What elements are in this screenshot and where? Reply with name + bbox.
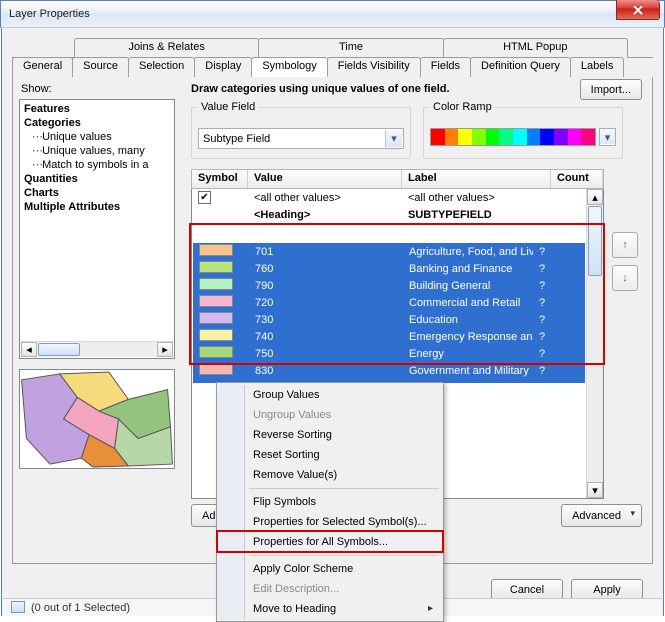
tab-labels[interactable]: Labels [570,57,624,77]
row-heading[interactable]: <Heading> SUBTYPEFIELD [192,206,586,223]
status-icon [11,601,25,613]
menu-item[interactable]: Apply Color Scheme [219,559,441,579]
tree-item[interactable]: Categories [22,116,174,130]
menu-item: Edit Description... [219,579,441,599]
chevron-down-icon[interactable]: ▾ [385,130,402,147]
tab-row-1: Joins & Relates Time HTML Popup [12,38,653,58]
tab-symbology[interactable]: Symbology [251,57,327,77]
grid-header: Symbol Value Label Count [191,169,604,189]
import-button[interactable]: Import... [580,79,642,100]
dialog-client: Joins & Relates Time HTML Popup General … [1,28,664,616]
scroll-down-icon[interactable]: ▾ [587,482,603,498]
tab-fields-visibility[interactable]: Fields Visibility [327,57,421,77]
dialog-buttons: OK Cancel Apply [411,579,643,600]
tree-item[interactable]: Charts [22,186,174,200]
value-field-combo[interactable]: Subtype Field ▾ [198,128,404,149]
move-up-button[interactable]: ↑ [612,232,638,258]
symbology-description: Draw categories using unique values of o… [191,83,450,95]
tree-item[interactable]: Quantities [22,172,174,186]
tree-hscroll[interactable]: ◂ ▸ [21,341,173,357]
value-field-legend: Value Field [198,101,258,113]
window-title: Layer Properties [9,8,90,20]
grid-vscroll[interactable]: ▴ ▾ [586,189,603,498]
status-text: (0 out of 1 Selected) [31,602,130,614]
menu-item[interactable]: Properties for All Symbols... [219,532,441,552]
row-all-other[interactable]: ✔ <all other values> <all other values> [192,189,586,206]
context-menu[interactable]: Group ValuesUngroup ValuesReverse Sortin… [216,382,444,622]
table-row[interactable]: 750Energy? [193,345,585,362]
table-row[interactable]: 701Agriculture, Food, and Livest? [193,243,585,260]
scroll-left-icon[interactable]: ◂ [21,342,37,357]
tab-joins-relates[interactable]: Joins & Relates [74,38,259,58]
symbology-tree[interactable]: FeaturesCategoriesUnique valuesUnique va… [19,99,175,359]
tab-display[interactable]: Display [194,57,252,77]
tab-row-2: General Source Selection Display Symbolo… [12,57,653,77]
col-value[interactable]: Value [248,170,402,188]
tab-source[interactable]: Source [72,57,129,77]
menu-item[interactable]: Group Values [219,385,441,405]
menu-item[interactable]: Properties for Selected Symbol(s)... [219,512,441,532]
tab-html-popup[interactable]: HTML Popup [443,38,628,58]
color-ramp-group: Color Ramp ▾ [423,107,623,159]
symbology-preview [19,369,175,469]
scroll-thumb[interactable] [588,206,602,276]
menu-item[interactable]: Remove Value(s) [219,465,441,485]
menu-item[interactable]: Flip Symbols [219,492,441,512]
cancel-button[interactable]: Cancel [491,579,563,600]
tab-general[interactable]: General [12,57,73,77]
tab-fields[interactable]: Fields [420,57,471,77]
tree-item[interactable]: Match to symbols in a [22,158,174,172]
tree-item[interactable]: Features [22,102,174,116]
menu-item[interactable]: Reverse Sorting [219,425,441,445]
value-field-group: Value Field Subtype Field ▾ [191,107,411,159]
tab-selection[interactable]: Selection [128,57,195,77]
tree-item[interactable]: Unique values [22,130,174,144]
menu-item: Ungroup Values [219,405,441,425]
table-row[interactable]: 790Building General? [193,277,585,294]
col-label[interactable]: Label [402,170,551,188]
window-close-button[interactable] [616,0,660,20]
table-row[interactable]: 830Government and Military? [193,362,585,379]
color-ramp-legend: Color Ramp [430,101,495,113]
tab-definition-query[interactable]: Definition Query [470,57,571,77]
table-row[interactable]: 720Commercial and Retail? [193,294,585,311]
grid-selection[interactable]: 701Agriculture, Food, and Livest?760Bank… [193,243,585,383]
move-down-button[interactable]: ↓ [612,265,638,291]
table-row[interactable]: 740Emergency Response and L? [193,328,585,345]
advanced-button[interactable]: Advanced [561,504,642,527]
col-symbol[interactable]: Symbol [192,170,248,188]
scroll-up-icon[interactable]: ▴ [587,189,603,205]
col-count[interactable]: Count [551,170,603,188]
show-label: Show: [21,83,52,95]
tree-item[interactable]: Unique values, many [22,144,174,158]
tab-time[interactable]: Time [258,38,443,58]
color-ramp-dropdown[interactable]: ▾ [599,128,616,146]
preview-map-icon [20,370,174,468]
close-icon [632,5,644,15]
chevron-down-icon: ▾ [600,130,615,144]
table-row[interactable]: 730Education? [193,311,585,328]
tree-item[interactable]: Multiple Attributes [22,200,174,214]
window-titlebar: Layer Properties [0,0,665,28]
menu-item[interactable]: Move to Heading [219,599,441,619]
apply-button[interactable]: Apply [571,579,643,600]
value-field-value: Subtype Field [203,133,270,145]
table-row[interactable]: 760Banking and Finance? [193,260,585,277]
color-ramp[interactable] [430,128,596,146]
scroll-right-icon[interactable]: ▸ [157,342,173,357]
scroll-thumb[interactable] [38,343,80,356]
menu-item[interactable]: Reset Sorting [219,445,441,465]
all-other-checkbox[interactable]: ✔ [198,191,211,204]
